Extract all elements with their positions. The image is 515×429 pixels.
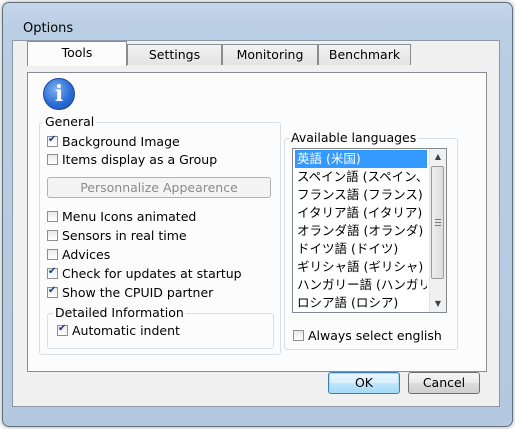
background-image-check[interactable] — [47, 134, 58, 147]
language-item[interactable]: ギリシャ語 (ギリシャ) — [295, 258, 427, 276]
advices-label: Advices — [62, 247, 111, 262]
items-group-label: Items display as a Group — [62, 152, 218, 167]
ok-button[interactable]: OK — [328, 372, 400, 394]
language-item[interactable]: ドイツ語 (ドイツ) — [295, 240, 427, 258]
detailed-info-label: Detailed Information — [53, 305, 186, 320]
language-item[interactable]: イタリア語 (イタリア) — [295, 204, 427, 222]
languages-listbox[interactable]: 英語 (米国) スペイン語 (スペイン、インターナショナル ソート) フランス語… — [292, 148, 447, 313]
tab-tools[interactable]: Tools — [27, 41, 127, 66]
languages-group-label: Available languages — [289, 130, 419, 145]
always-english-checkbox[interactable]: Always select english — [293, 328, 442, 344]
sensors-label: Sensors in real time — [62, 228, 187, 243]
languages-scrollbar[interactable]: ▲ ▼ — [429, 149, 446, 312]
tab-settings[interactable]: Settings — [127, 44, 222, 65]
check-updates-label: Check for updates at startup — [62, 266, 242, 281]
language-item[interactable]: オランダ語 (オランダ) — [295, 222, 427, 240]
grip-line — [435, 219, 441, 220]
scroll-up-arrow-icon[interactable]: ▲ — [430, 149, 446, 165]
language-item[interactable]: 英語 (米国) — [295, 150, 427, 168]
general-group-label: General — [43, 114, 97, 129]
advices-checkbox[interactable]: Advices — [47, 247, 110, 263]
cpuid-partner-label: Show the CPUID partner — [62, 285, 214, 300]
menu-icons-checkbox[interactable]: Menu Icons animated — [47, 209, 196, 225]
background-image-checkbox[interactable]: Background Image — [47, 134, 180, 150]
background-image-label: Background Image — [62, 134, 180, 149]
scroll-thumb[interactable] — [431, 166, 444, 279]
cancel-button[interactable]: Cancel — [408, 372, 480, 394]
tab-monitoring-label: Monitoring — [236, 47, 304, 62]
items-group-check[interactable] — [47, 154, 58, 165]
sensors-check[interactable] — [47, 230, 58, 241]
language-item[interactable]: ロシア語 (ロシア) — [295, 294, 427, 312]
menu-icons-check[interactable] — [47, 211, 58, 222]
info-icon: i — [43, 78, 75, 110]
tab-benchmark[interactable]: Benchmark — [318, 44, 411, 65]
always-english-label: Always select english — [308, 328, 442, 343]
automatic-indent-label: Automatic indent — [72, 323, 180, 338]
check-updates-check[interactable] — [47, 266, 58, 279]
cpuid-partner-check[interactable] — [47, 285, 58, 298]
tab-benchmark-label: Benchmark — [328, 47, 401, 62]
language-item[interactable]: ハンガリー語 (ハンガリー) — [295, 276, 427, 294]
advices-check[interactable] — [47, 249, 58, 260]
menu-icons-label: Menu Icons animated — [62, 209, 197, 224]
cpuid-partner-checkbox[interactable]: Show the CPUID partner — [47, 285, 213, 301]
items-group-checkbox[interactable]: Items display as a Group — [47, 152, 217, 168]
personalize-appearance-button[interactable]: Personnalize Appearence — [47, 177, 271, 198]
scroll-down-arrow-icon[interactable]: ▼ — [430, 296, 446, 312]
language-item[interactable]: フランス語 (フランス) — [295, 186, 427, 204]
check-updates-checkbox[interactable]: Check for updates at startup — [47, 266, 242, 282]
automatic-indent-checkbox[interactable]: Automatic indent — [57, 323, 180, 339]
grip-line — [435, 225, 441, 226]
automatic-indent-check[interactable] — [57, 323, 68, 336]
tab-settings-label: Settings — [148, 47, 201, 62]
language-item[interactable]: スペイン語 (スペイン、インターナショナル ソート) — [295, 168, 427, 186]
always-english-check[interactable] — [293, 330, 304, 341]
window-title: Options — [23, 21, 74, 36]
sensors-checkbox[interactable]: Sensors in real time — [47, 228, 187, 244]
tab-monitoring[interactable]: Monitoring — [222, 44, 318, 65]
tab-tools-label: Tools — [61, 45, 93, 60]
grip-line — [435, 222, 441, 223]
